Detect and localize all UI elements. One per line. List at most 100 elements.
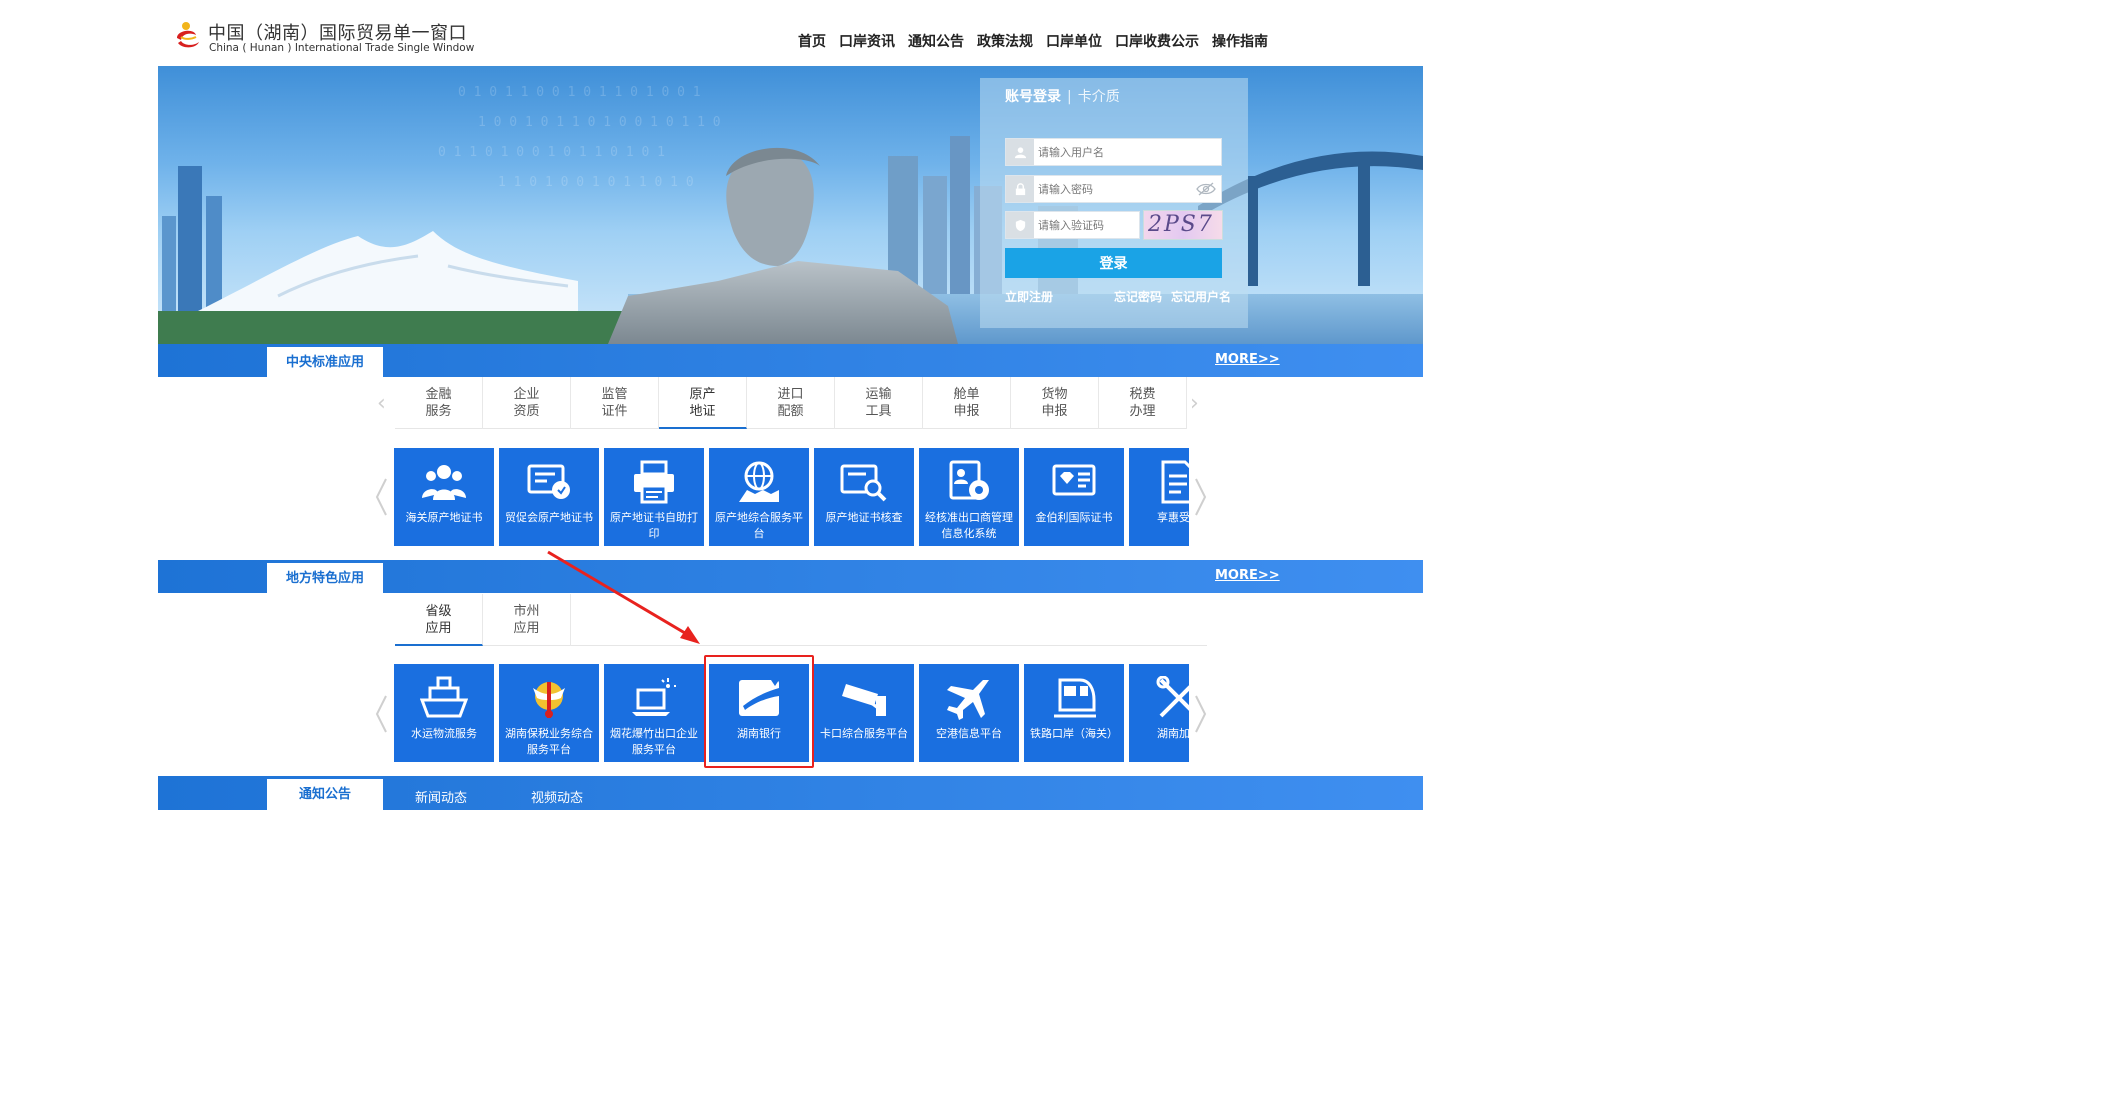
category-line1: 进口: [777, 387, 804, 402]
central-tiles: 海关原产地证书 贸促会原产地证书 原产地证书自助打印 原产地综合服务平台 原产地…: [394, 448, 1189, 548]
tile-ccpit-origin-cert[interactable]: 贸促会原产地证书: [499, 448, 599, 546]
tile-checkpoint-platform[interactable]: 卡口综合服务平台: [814, 664, 914, 762]
hide-password-icon[interactable]: [1196, 181, 1216, 197]
nav-port-fees[interactable]: 口岸收费公示: [1115, 31, 1199, 51]
central-apps-title[interactable]: 中央标准应用: [267, 347, 383, 377]
category-line2: 证件: [601, 404, 628, 419]
category-supervision[interactable]: 监管 证件: [571, 377, 659, 429]
tile-origin-cert-verify[interactable]: 原产地证书核查: [814, 448, 914, 546]
shield-icon: [1006, 212, 1034, 238]
category-line2: 地证: [689, 404, 716, 419]
central-more-link[interactable]: MORE>>: [1215, 352, 1280, 367]
tile-label: 铁路口岸（海关）: [1030, 727, 1118, 740]
camera-icon: [842, 684, 886, 716]
category-line2: 办理: [1129, 404, 1156, 419]
svg-text:0 1 1 0 1 0 0 1 0 1 1 0 1 0 1: 0 1 1 0 1 0 0 1 0 1 1 0 1 0 1: [438, 145, 665, 160]
nav-notices[interactable]: 通知公告: [908, 31, 964, 51]
category-provincial[interactable]: 省级 应用: [395, 594, 483, 646]
tile-origin-cert-self-print[interactable]: 原产地证书自助打印: [604, 448, 704, 546]
tile-label: 空港信息平台: [936, 727, 1002, 740]
top-navigation: 首页 口岸资讯 通知公告 政策法规 口岸单位 口岸收费公示 操作指南: [798, 31, 1281, 51]
category-line1: 原产: [689, 387, 716, 402]
category-manifest[interactable]: 舱单 申报: [923, 377, 1011, 429]
tile-hunan-processing-trade[interactable]: 湖南加贸: [1129, 664, 1189, 762]
news-tab-updates[interactable]: 新闻动态: [415, 787, 467, 806]
tiles-prev-arrow-icon[interactable]: [374, 477, 388, 517]
category-line1: 货物: [1041, 387, 1068, 402]
tile-label: 湖南加贸: [1157, 727, 1189, 740]
local-tiles-prev-arrow-icon[interactable]: [374, 694, 388, 734]
category-prev-arrow-icon[interactable]: ‹: [377, 391, 386, 416]
captcha-field[interactable]: [1005, 211, 1140, 239]
category-tax[interactable]: 税费 办理: [1099, 377, 1187, 429]
id-card-gear-icon: [949, 460, 989, 500]
register-link[interactable]: 立即注册: [1005, 288, 1053, 305]
local-more-link[interactable]: MORE>>: [1215, 568, 1280, 583]
tile-bonded-service-platform[interactable]: 湖南保税业务综合服务平台: [499, 664, 599, 762]
printer-icon: [634, 460, 674, 504]
logo-mark-icon: [177, 22, 199, 48]
tile-origin-service-platform[interactable]: 原产地综合服务平台: [709, 448, 809, 546]
forgot-password-link[interactable]: 忘记密码: [1114, 288, 1162, 305]
tile-label: 海关原产地证书: [405, 511, 483, 524]
tile-customs-origin-cert[interactable]: 海关原产地证书: [394, 448, 494, 546]
category-finance[interactable]: 金融 服务: [395, 377, 483, 429]
site-header: 中国（湖南）国际贸易单一窗口 China ( Hunan ) Internati…: [0, 0, 1561, 66]
tab-account-login[interactable]: 账号登录: [1005, 89, 1061, 105]
tile-railway-port[interactable]: 铁路口岸（海关）: [1024, 664, 1124, 762]
customs-emblem-icon: [533, 682, 565, 718]
username-field[interactable]: [1005, 138, 1222, 166]
forgot-username-link[interactable]: 忘记用户名: [1171, 288, 1231, 305]
local-tiles-next-arrow-icon[interactable]: [1194, 694, 1208, 734]
central-category-tabs: 金融 服务 企业 资质 监管 证件 原产 地证 进口 配额 运输 工具 舱单 申报 货物 申报 …: [395, 377, 1187, 429]
category-enterprise[interactable]: 企业 资质: [483, 377, 571, 429]
tile-fireworks-export-platform[interactable]: 烟花爆竹出口企业服务平台: [604, 664, 704, 762]
tile-water-logistics[interactable]: 水运物流服务: [394, 664, 494, 762]
category-city[interactable]: 市州 应用: [483, 594, 571, 646]
tile-label: 金伯利国际证书: [1035, 511, 1113, 524]
login-button[interactable]: 登录: [1005, 248, 1222, 278]
category-line1: 运输: [865, 387, 892, 402]
tile-label: 卡口综合服务平台: [820, 727, 908, 740]
hunan-bank-highlight-box: [704, 655, 814, 768]
category-line2: 申报: [1041, 404, 1068, 419]
category-line1: 企业: [513, 387, 540, 402]
tile-kimberley-cert[interactable]: 金伯利国际证书: [1024, 448, 1124, 546]
captcha-image[interactable]: 2PS7: [1143, 210, 1223, 240]
category-line2: 申报: [953, 404, 980, 419]
tiles-next-arrow-icon[interactable]: [1194, 477, 1208, 517]
captcha-input[interactable]: [1038, 216, 1138, 234]
category-line2: 应用: [425, 621, 452, 636]
tile-approved-exporter-system[interactable]: 经核准出口商管理信息化系统: [919, 448, 1019, 546]
category-next-arrow-icon[interactable]: ›: [1190, 391, 1199, 416]
category-line1: 税费: [1129, 387, 1156, 402]
train-icon: [1054, 678, 1096, 718]
tile-label: 原产地证书核查: [825, 511, 903, 524]
document-edit-icon: [1161, 460, 1189, 504]
password-input[interactable]: [1038, 180, 1188, 198]
category-line1: 省级: [425, 604, 452, 619]
password-field[interactable]: [1005, 175, 1222, 203]
category-line2: 资质: [513, 404, 540, 419]
tile-label: 原产地综合服务平台: [715, 511, 803, 540]
nav-guide[interactable]: 操作指南: [1212, 31, 1268, 51]
site-logo[interactable]: 中国（湖南）国际贸易单一窗口 China ( Hunan ) Internati…: [172, 18, 474, 58]
nav-home[interactable]: 首页: [798, 31, 826, 51]
category-transport[interactable]: 运输 工具: [835, 377, 923, 429]
local-apps-title[interactable]: 地方特色应用: [267, 563, 383, 593]
tab-card-login[interactable]: 卡介质: [1078, 89, 1120, 105]
news-tab-notices[interactable]: 通知公告: [267, 779, 383, 810]
category-line1: 金融: [425, 387, 452, 402]
category-origin[interactable]: 原产 地证: [659, 377, 747, 429]
nav-policies[interactable]: 政策法规: [977, 31, 1033, 51]
category-goods[interactable]: 货物 申报: [1011, 377, 1099, 429]
tile-preferential-acceptance[interactable]: 享惠受理: [1129, 448, 1189, 546]
tile-label: 湖南保税业务综合服务平台: [505, 727, 593, 756]
nav-port-units[interactable]: 口岸单位: [1046, 31, 1102, 51]
category-import-quota[interactable]: 进口 配额: [747, 377, 835, 429]
news-tab-videos[interactable]: 视频动态: [531, 787, 583, 806]
tile-airport-info-platform[interactable]: 空港信息平台: [919, 664, 1019, 762]
airplane-icon: [947, 680, 989, 720]
username-input[interactable]: [1038, 143, 1188, 161]
nav-port-news[interactable]: 口岸资讯: [839, 31, 895, 51]
